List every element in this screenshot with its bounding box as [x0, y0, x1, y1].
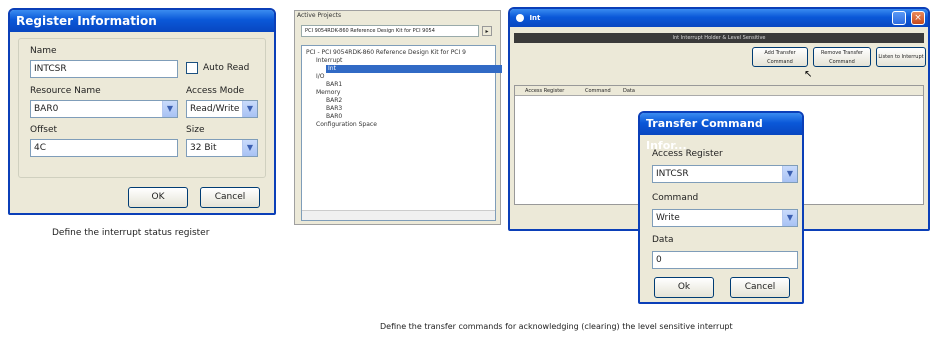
window-app-icon [516, 14, 524, 22]
cancel-button[interactable]: Cancel [200, 187, 260, 208]
add-transfer-command-button[interactable]: Add Transfer Command [752, 47, 808, 67]
caption-right: Define the transfer commands for acknowl… [380, 322, 733, 331]
int-window-title-text: Int [529, 14, 541, 22]
column-access-register[interactable]: Access Register [525, 86, 564, 96]
remove-transfer-command-button[interactable]: Remove Transfer Command [813, 47, 871, 67]
auto-read-checkbox[interactable] [186, 62, 198, 74]
data-label: Data [652, 235, 674, 245]
cancel-button[interactable]: Cancel [730, 277, 790, 298]
int-window-title: Int [510, 9, 928, 27]
tree-item[interactable]: BAR3 [306, 105, 502, 113]
tree-item[interactable]: BAR0 [306, 113, 502, 121]
resource-name-select[interactable]: BAR0 ▼ [30, 100, 178, 118]
tree-item[interactable]: BAR1 [306, 81, 502, 89]
name-input[interactable]: INTCSR [30, 60, 178, 78]
project-tab[interactable]: PCI 9054RDK-860 Reference Design Kit for… [301, 25, 479, 37]
chevron-down-icon: ▼ [782, 166, 797, 182]
int-header-bar: Int Interrupt Holder & Level Sensitive [514, 33, 924, 43]
command-select[interactable]: Write ▼ [652, 209, 798, 227]
listen-to-interrupt-button[interactable]: Listen to Interrupt [876, 47, 926, 67]
transfer-command-dialog: Transfer Command Infor... Access Registe… [638, 111, 804, 304]
tree-item[interactable]: I/O [306, 73, 502, 81]
auto-read-label: Auto Read [203, 63, 250, 73]
tree-item[interactable]: PCI - PCI 9054RDK-860 Reference Design K… [306, 49, 502, 57]
horizontal-scrollbar[interactable] [302, 210, 495, 220]
mouse-cursor-icon: ↖ [804, 69, 813, 80]
tab-scroll-button[interactable]: ▸ [482, 26, 492, 36]
tree-items: PCI - PCI 9054RDK-860 Reference Design K… [306, 49, 502, 129]
resource-name-value: BAR0 [34, 104, 59, 114]
access-mode-label: Access Mode [186, 86, 245, 96]
command-label: Command [652, 193, 699, 203]
tree-item[interactable]: BAR2 [306, 97, 502, 105]
resource-name-label: Resource Name [30, 86, 101, 96]
chevron-down-icon: ▼ [162, 101, 177, 117]
size-value: 32 Bit [190, 143, 217, 153]
tree-item[interactable]: Memory [306, 89, 502, 97]
command-value: Write [656, 213, 680, 223]
access-mode-select[interactable]: Read/Write ▼ [186, 100, 258, 118]
project-tree: PCI - PCI 9054RDK-860 Reference Design K… [301, 45, 502, 221]
table-header: Access Register Command Data [515, 86, 923, 96]
size-select[interactable]: 32 Bit ▼ [186, 139, 258, 157]
column-command[interactable]: Command [585, 86, 611, 96]
ok-button[interactable]: OK [128, 187, 188, 208]
size-label: Size [186, 125, 205, 135]
minimize-button[interactable] [892, 11, 906, 25]
chevron-down-icon: ▼ [242, 140, 257, 156]
caption-left: Define the interrupt status register [52, 228, 210, 238]
data-input[interactable]: 0 [652, 251, 798, 269]
access-register-label: Access Register [652, 149, 723, 159]
active-projects-panel: Active Projects PCI 9054RDK-860 Referenc… [294, 10, 502, 225]
offset-label: Offset [30, 125, 58, 135]
tree-item[interactable]: Configuration Space [306, 121, 502, 129]
chevron-down-icon: ▼ [242, 101, 257, 117]
access-register-value: INTCSR [656, 169, 689, 179]
dialog-title: Register Information [10, 10, 274, 32]
project-tab-label: PCI 9054RDK-860 Reference Design Kit for… [305, 28, 435, 34]
name-label: Name [30, 46, 57, 56]
column-data[interactable]: Data [623, 86, 635, 96]
transfer-dialog-title: Transfer Command Infor... [640, 113, 802, 152]
offset-input[interactable]: 4C [30, 139, 178, 157]
ok-button[interactable]: Ok [654, 277, 714, 298]
access-mode-value: Read/Write [190, 104, 240, 114]
tree-item[interactable]: Int [326, 65, 502, 73]
close-button[interactable]: × [911, 11, 925, 25]
tree-item[interactable]: Interrupt [306, 57, 502, 65]
chevron-down-icon: ▼ [782, 210, 797, 226]
access-register-select[interactable]: INTCSR ▼ [652, 165, 798, 183]
panel-title: Active Projects [297, 12, 342, 19]
register-information-dialog: Register Information Name INTCSR Auto Re… [8, 8, 276, 215]
